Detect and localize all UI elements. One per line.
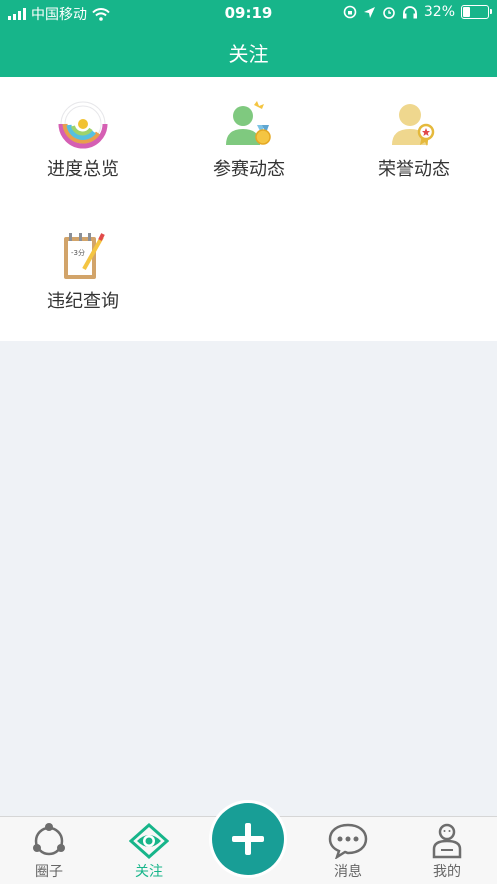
grid-item-label: 违纪查询 — [47, 291, 119, 312]
alarm-icon — [383, 7, 395, 19]
tab-label: 关注 — [135, 864, 163, 880]
grid-item-label: 进度总览 — [47, 159, 119, 180]
tab-label: 我的 — [433, 864, 461, 880]
clipboard-pencil-icon: -3分 — [64, 233, 105, 279]
tab-circle[interactable]: 圈子 — [9, 817, 89, 884]
tab-follow[interactable]: 关注 — [109, 817, 189, 884]
rotation-lock-icon — [343, 5, 357, 19]
user-award-icon — [392, 104, 435, 146]
grid-item-label: 荣誉动态 — [378, 159, 450, 180]
tab-mine[interactable]: 我的 — [407, 817, 487, 884]
feature-grid: 进度总览 参赛动态 荣誉动态 -3分 违纪查询 — [0, 77, 497, 341]
grid-item-progress[interactable]: 进度总览 — [0, 77, 166, 187]
add-icon — [232, 823, 264, 855]
location-icon — [363, 6, 375, 18]
battery-percent: 32% — [423, 4, 455, 20]
user-medal-icon — [226, 101, 271, 145]
status-bar: 中国移动 09:19 32% — [0, 0, 497, 26]
svg-text:-3分: -3分 — [71, 248, 85, 257]
tab-label: 消息 — [334, 864, 362, 880]
page-title: 关注 — [228, 42, 269, 66]
header-bar: 中国移动 09:19 32% 关注 — [0, 0, 497, 77]
tab-messages[interactable]: 消息 — [308, 817, 388, 884]
headphones-icon — [402, 6, 417, 19]
grid-item-honor[interactable]: 荣誉动态 — [331, 77, 497, 187]
tab-label: 圈子 — [35, 864, 63, 880]
grid-item-competition[interactable]: 参赛动态 — [166, 77, 332, 187]
circle-people-icon — [33, 823, 65, 856]
add-button[interactable] — [212, 803, 284, 875]
chat-bubble-icon — [328, 823, 368, 859]
eye-icon — [129, 822, 169, 859]
profile-icon — [432, 823, 462, 859]
grid-item-label: 参赛动态 — [213, 159, 285, 180]
battery-icon — [461, 5, 492, 19]
progress-rings-icon — [58, 101, 108, 149]
grid-item-violation[interactable]: -3分 违纪查询 — [0, 209, 166, 319]
